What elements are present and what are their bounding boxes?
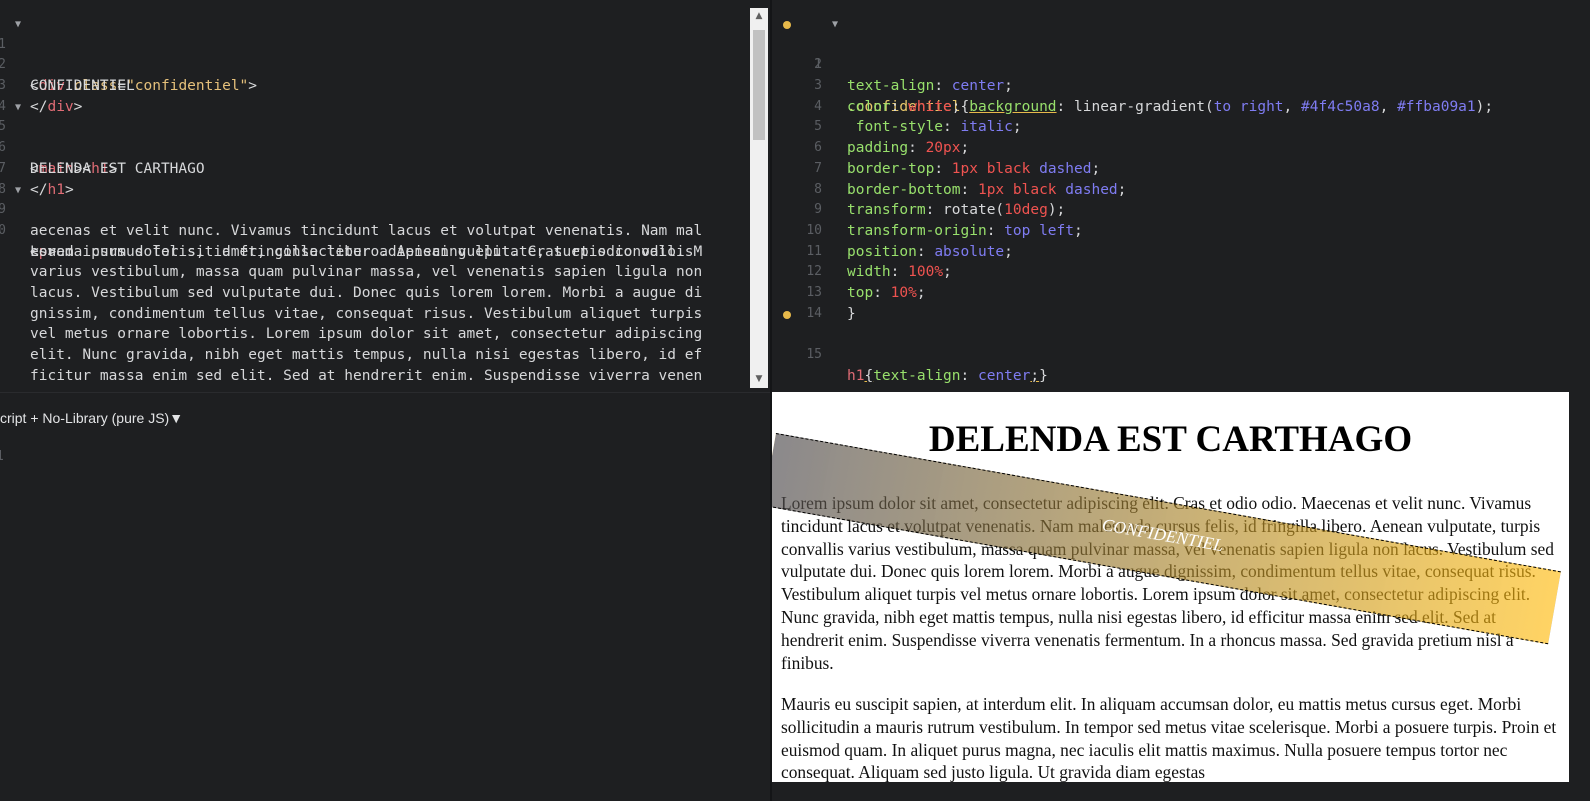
line-number: 1 — [0, 449, 4, 464]
code-line[interactable]: 4 font-style: italic; — [772, 76, 1590, 136]
code-line[interactable]: 11 width: 100%; — [772, 221, 1590, 281]
fold-arrow-icon[interactable]: ▼ — [15, 15, 21, 36]
css-code-area[interactable]: 1 ▼ .confidentiel{background: linear-gra… — [772, 14, 1590, 384]
code-line[interactable]: 0 Lorem ipsum dolor sit amet, consectetu… — [0, 200, 770, 260]
code-line[interactable]: 1 ▼ .confidentiel{background: linear-gra… — [772, 14, 1590, 115]
modified-dot-icon — [783, 310, 791, 319]
html-editor-pane[interactable]: 1 ▼ <div class="confidentiel"> 2 CONFIDE… — [0, 0, 770, 392]
code-line[interactable]: 7 </h1> — [0, 138, 770, 198]
code-line[interactable]: ficitur massa enim sed elit. Sed at hend… — [0, 366, 770, 387]
code-line[interactable]: vel metus ornare lobortis. Lorem ipsum d… — [0, 324, 770, 345]
vertical-scrollbar[interactable]: ▲ ▼ — [750, 8, 768, 388]
result-paragraph: Mauris eu suscipit sapien, at interdum e… — [781, 694, 1557, 782]
result-preview-pane[interactable]: DELENDA EST CARTHAGO Lorem ipsum dolor s… — [772, 392, 1569, 782]
language-label: cript + No-Library (pure JS) — [0, 410, 170, 426]
code-line[interactable]: 9 transform-origin: top left; — [772, 180, 1590, 239]
code-line[interactable]: 10 position: absolute; — [772, 200, 1590, 260]
html-text: gnissim, condimentum tellus vitae, conse… — [30, 305, 703, 322]
chevron-down-icon[interactable]: ▼ — [169, 410, 183, 426]
language-selector[interactable]: cript + No-Library (pure JS)▼ — [0, 410, 183, 426]
code-line[interactable]: 6 DELENDA EST CARTHAGO — [0, 117, 770, 177]
code-line[interactable]: 14 — [772, 283, 1590, 321]
code-line[interactable]: elit. Nunc gravida, nibh eget mattis tem… — [0, 345, 770, 366]
html-text: aecenas et velit nunc. Vivamus tincidunt… — [30, 222, 703, 239]
code-line[interactable]: 3 </div> — [0, 55, 770, 115]
code-line[interactable]: 15 h1{text-align: center;} — [772, 304, 1590, 384]
code-line[interactable]: 2 CONFIDENTIEL — [0, 35, 770, 94]
html-text: esuada cursus felis, id fringilla libero… — [30, 243, 703, 260]
code-line[interactable]: aecenas et velit nunc. Vivamus tincidunt… — [0, 221, 770, 242]
modified-dot-icon — [783, 21, 791, 29]
code-line[interactable]: 8 — [0, 159, 770, 197]
code-line[interactable]: 12 top: 10%; — [772, 242, 1590, 301]
code-line[interactable]: 6 border-top: 1px black dashed; — [772, 117, 1590, 177]
fold-arrow-icon[interactable]: ▼ — [832, 15, 838, 36]
code-line[interactable]: lacus. Vestibulum sed vulputate dui. Don… — [0, 283, 770, 304]
code-line[interactable]: 5 ▼ <main><h1> — [0, 97, 770, 177]
fold-arrow-icon[interactable]: ▼ — [15, 98, 21, 119]
line-number: 15 — [806, 347, 822, 363]
code-line[interactable]: esuada cursus felis, id fringilla libero… — [0, 242, 770, 263]
css-property: text-align — [873, 367, 961, 384]
code-line[interactable]: 4 — [0, 76, 770, 114]
html-text: ficitur massa enim sed elit. Sed at hend… — [30, 367, 703, 384]
js-editor-pane[interactable]: cript + No-Library (pure JS)▼ 1 — [0, 392, 770, 801]
html-text: elit. Nunc gravida, nibh eget mattis tem… — [30, 347, 703, 363]
css-selector: h1 — [847, 367, 865, 384]
code-line[interactable]: 2 text-align: center; — [772, 35, 1590, 94]
code-line[interactable]: 9 ▼ <p> — [0, 180, 770, 260]
code-line[interactable]: 3 color: white; — [772, 55, 1590, 115]
code-line[interactable]: varius vestibulum, massa quam pulvinar m… — [0, 262, 770, 283]
html-text: lacus. Vestibulum sed vulputate dui. Don… — [30, 284, 703, 301]
html-code-area[interactable]: 1 ▼ <div class="confidentiel"> 2 CONFIDE… — [0, 14, 770, 386]
code-line[interactable]: 5 padding: 20px; — [772, 97, 1590, 156]
code-line[interactable]: 13 } — [772, 262, 1590, 322]
code-line[interactable]: gnissim, condimentum tellus vitae, conse… — [0, 304, 770, 325]
scrollbar-thumb[interactable] — [753, 30, 765, 140]
result-bottom-gutter — [772, 782, 1590, 801]
fold-arrow-icon[interactable]: ▼ — [15, 181, 21, 202]
scroll-down-icon[interactable]: ▼ — [750, 371, 768, 388]
css-value: center — [977, 367, 1031, 384]
code-line[interactable]: 1 ▼ <div class="confidentiel"> — [0, 14, 770, 94]
scroll-up-icon[interactable]: ▲ — [750, 8, 768, 25]
css-editor-pane[interactable]: 1 ▼ .confidentiel{background: linear-gra… — [772, 0, 1590, 392]
code-line[interactable]: 7 border-bottom: 1px black dashed; — [772, 138, 1590, 198]
html-text: vel metus ornare lobortis. Lorem ipsum d… — [30, 326, 703, 343]
result-scroll-gutter — [1569, 392, 1590, 782]
html-text: varius vestibulum, massa quam pulvinar m… — [30, 264, 703, 281]
code-line[interactable]: 8 transform: rotate(10deg); — [772, 159, 1590, 219]
